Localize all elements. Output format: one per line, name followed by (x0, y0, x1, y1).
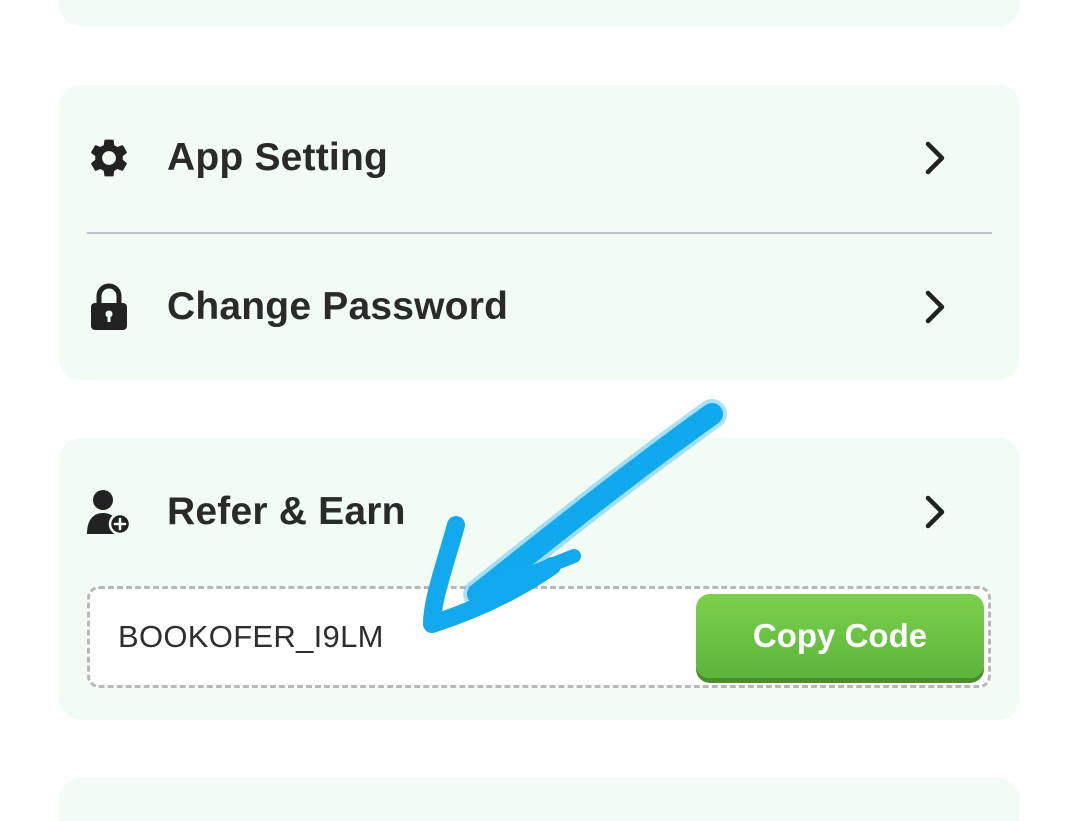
refer-card: Refer & Earn BOOKOFER_I9LM Copy Code (59, 438, 1020, 720)
settings-card: App Setting Change Password (59, 85, 1020, 380)
lock-icon (85, 283, 133, 331)
app-setting-label: App Setting (167, 136, 389, 179)
change-password-row[interactable]: Change Password (59, 234, 1020, 380)
top-card (59, 0, 1020, 26)
bottom-card (59, 778, 1020, 821)
copy-code-button[interactable]: Copy Code (696, 594, 984, 678)
refer-earn-row[interactable]: Refer & Earn (59, 438, 1020, 586)
gear-icon (85, 134, 133, 182)
chevron-right-icon (921, 492, 949, 532)
app-setting-row[interactable]: App Setting (59, 85, 1020, 231)
referral-code-box: BOOKOFER_I9LM Copy Code (87, 586, 991, 688)
referral-code: BOOKOFER_I9LM (118, 619, 384, 654)
settings-screen: App Setting Change Password Refer & Earn… (0, 0, 1079, 821)
chevron-right-icon (921, 287, 949, 327)
user-add-icon (85, 488, 133, 536)
chevron-right-icon (921, 138, 949, 178)
refer-earn-label: Refer & Earn (167, 490, 406, 533)
change-password-label: Change Password (167, 285, 509, 328)
